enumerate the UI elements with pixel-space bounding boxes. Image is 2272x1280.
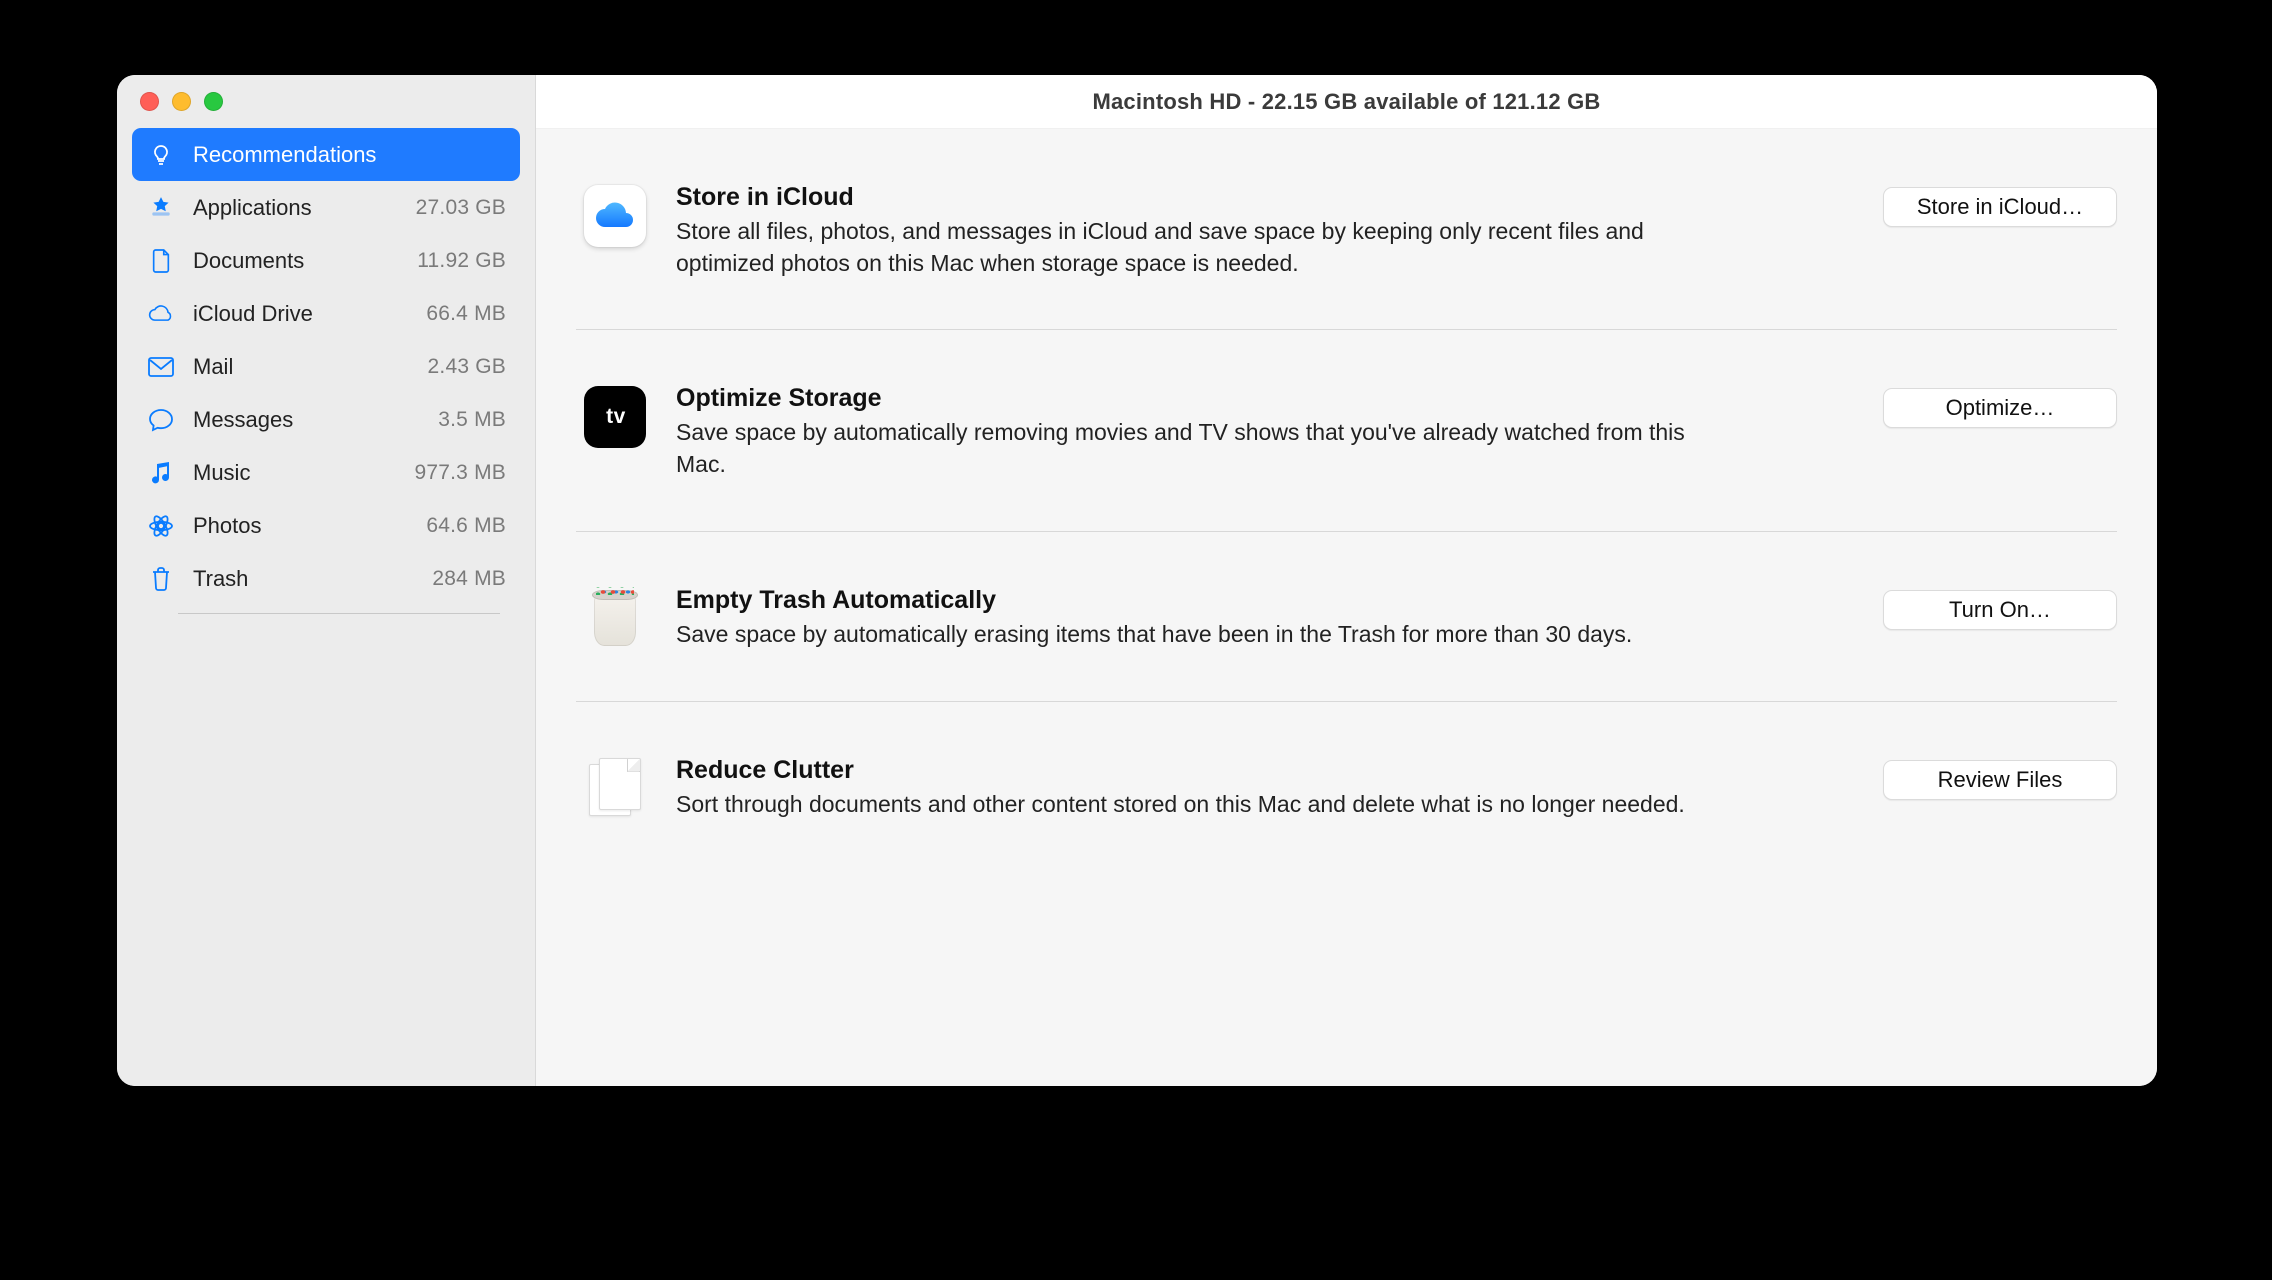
sidebar-item-size: 11.92 GB xyxy=(417,249,506,273)
sidebar-item-label: iCloud Drive xyxy=(193,301,409,327)
apps-icon xyxy=(146,193,176,223)
sidebar-item-label: Trash xyxy=(193,566,415,592)
optimize-button[interactable]: Optimize… xyxy=(1883,388,2117,428)
sidebar-item-messages[interactable]: Messages 3.5 MB xyxy=(132,393,520,446)
music-icon xyxy=(146,458,176,488)
sidebar-item-size: 977.3 MB xyxy=(415,461,507,485)
messages-icon xyxy=(146,405,176,435)
section-optimize-storage: tv Optimize Storage Save space by automa… xyxy=(576,329,2117,530)
window-title-text: Macintosh HD - 22.15 GB available of 121… xyxy=(1092,89,1600,115)
storage-management-window: Recommendations Applications 27.03 GB xyxy=(117,75,2157,1086)
sidebar-item-recommendations[interactable]: Recommendations xyxy=(132,128,520,181)
section-title: Reduce Clutter xyxy=(676,756,1833,785)
sidebar-item-mail[interactable]: Mail 2.43 GB xyxy=(132,340,520,393)
sidebar-item-size: 3.5 MB xyxy=(438,408,506,432)
appletv-tile-icon: tv xyxy=(584,386,646,448)
section-empty-trash: Empty Trash Automatically Save space by … xyxy=(576,531,2117,701)
sidebar-item-size: 2.43 GB xyxy=(428,355,506,379)
sidebar-item-music[interactable]: Music 977.3 MB xyxy=(132,446,520,499)
cloud-icon xyxy=(146,299,176,329)
sidebar-item-size: 64.6 MB xyxy=(426,514,506,538)
sidebar-item-label: Documents xyxy=(193,248,400,274)
sidebar-item-label: Photos xyxy=(193,513,409,539)
document-stack-icon xyxy=(584,758,646,820)
sidebar-item-trash[interactable]: Trash 284 MB xyxy=(132,552,520,605)
main-panel: Macintosh HD - 22.15 GB available of 121… xyxy=(536,75,2157,1086)
section-title: Empty Trash Automatically xyxy=(676,586,1833,615)
photos-icon xyxy=(146,511,176,541)
window-controls xyxy=(117,75,535,128)
mail-icon xyxy=(146,352,176,382)
store-in-icloud-button[interactable]: Store in iCloud… xyxy=(1883,187,2117,227)
sidebar-item-label: Recommendations xyxy=(193,142,506,168)
sidebar-list: Recommendations Applications 27.03 GB xyxy=(117,128,535,614)
section-description: Save space by automatically erasing item… xyxy=(676,619,1716,651)
document-icon xyxy=(146,246,176,276)
sidebar-item-icloud-drive[interactable]: iCloud Drive 66.4 MB xyxy=(132,287,520,340)
sidebar-item-label: Music xyxy=(193,460,398,486)
trashcan-icon xyxy=(584,588,646,650)
zoom-window-button[interactable] xyxy=(204,92,223,111)
sidebar-item-applications[interactable]: Applications 27.03 GB xyxy=(132,181,520,234)
sidebar-item-size: 27.03 GB xyxy=(416,196,506,220)
lightbulb-icon xyxy=(146,140,176,170)
section-store-in-icloud: Store in iCloud Store all files, photos,… xyxy=(576,129,2117,329)
minimize-window-button[interactable] xyxy=(172,92,191,111)
section-description: Sort through documents and other content… xyxy=(676,789,1716,821)
icloud-tile-icon xyxy=(584,185,646,247)
trash-icon xyxy=(146,564,176,594)
turn-on-button[interactable]: Turn On… xyxy=(1883,590,2117,630)
sidebar-item-size: 284 MB xyxy=(432,567,506,591)
sidebar-item-documents[interactable]: Documents 11.92 GB xyxy=(132,234,520,287)
section-description: Save space by automatically removing mov… xyxy=(676,417,1716,480)
section-description: Store all files, photos, and messages in… xyxy=(676,216,1716,279)
close-window-button[interactable] xyxy=(140,92,159,111)
section-title: Store in iCloud xyxy=(676,183,1833,212)
section-reduce-clutter: Reduce Clutter Sort through documents an… xyxy=(576,701,2117,871)
sidebar-item-label: Applications xyxy=(193,195,399,221)
sidebar-item-size: 66.4 MB xyxy=(426,302,506,326)
recommendations-content: Store in iCloud Store all files, photos,… xyxy=(536,129,2157,1086)
review-files-button[interactable]: Review Files xyxy=(1883,760,2117,800)
sidebar-item-photos[interactable]: Photos 64.6 MB xyxy=(132,499,520,552)
window-title: Macintosh HD - 22.15 GB available of 121… xyxy=(536,75,2157,129)
sidebar-item-label: Mail xyxy=(193,354,411,380)
sidebar: Recommendations Applications 27.03 GB xyxy=(117,75,536,1086)
sidebar-separator xyxy=(178,613,500,614)
section-title: Optimize Storage xyxy=(676,384,1833,413)
sidebar-item-label: Messages xyxy=(193,407,421,433)
